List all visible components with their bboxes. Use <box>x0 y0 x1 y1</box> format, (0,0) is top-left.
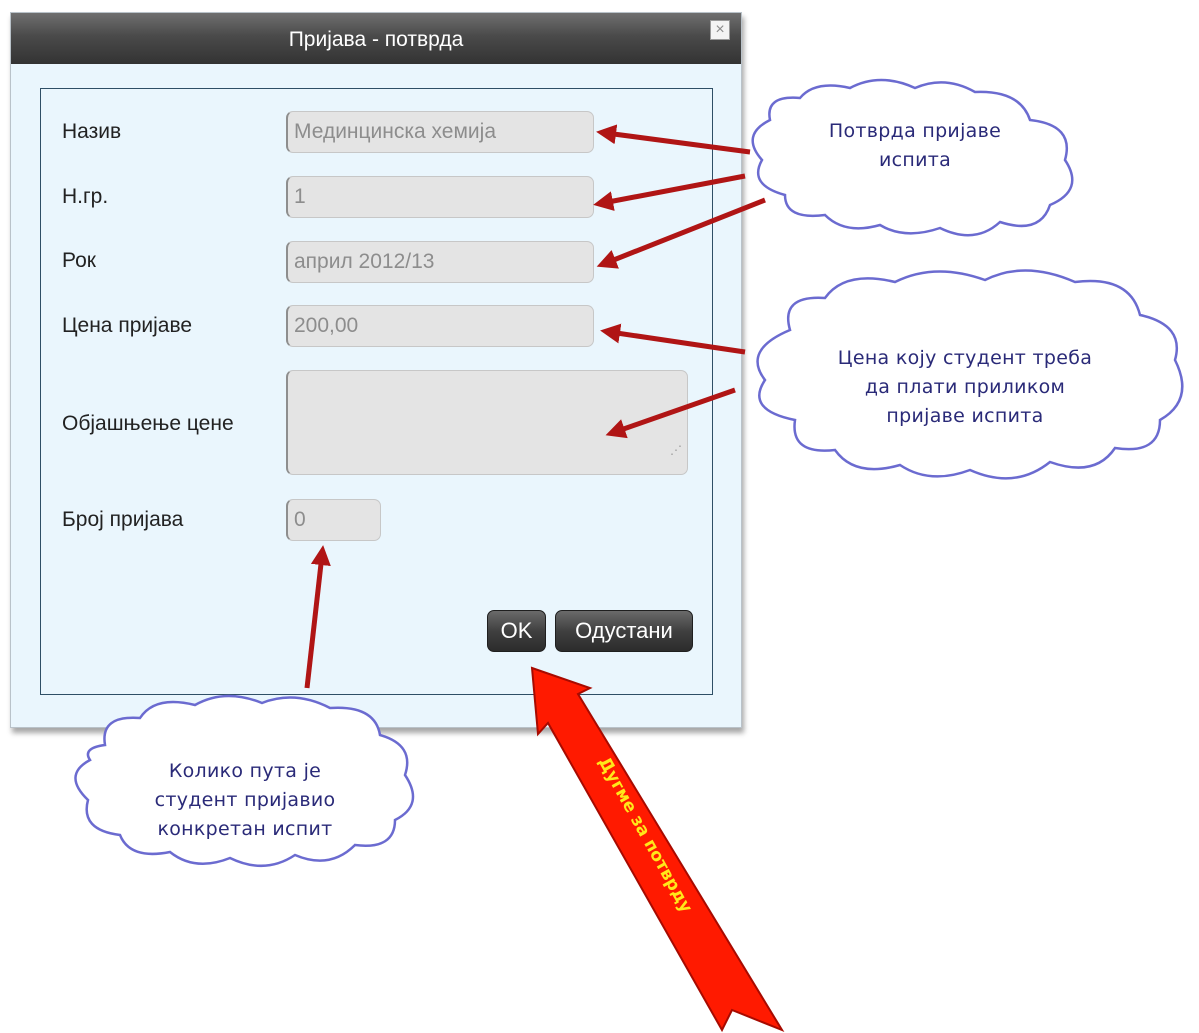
count-callout-text: Колико пута је студент пријавио конкрета… <box>110 757 380 844</box>
big-confirm-arrow: Дугме за потврду <box>530 666 785 1033</box>
arrow-to-group-field <box>593 173 746 211</box>
count-callout-line1: Колико пута је <box>168 760 322 782</box>
count-callout-line3: конкретан испит <box>157 818 333 840</box>
arrow-to-price-field <box>600 323 746 355</box>
arrow-to-count-field <box>304 545 331 689</box>
price-callout-line1: Цена коју студент треба <box>837 347 1093 369</box>
price-callout-line3: пријаве испита <box>886 405 1044 427</box>
arrow-to-name-field <box>596 124 751 155</box>
confirm-callout-line1: Потврда пријаве <box>828 120 1002 142</box>
price-callout-text: Цена коју студент треба да плати прилико… <box>800 344 1130 431</box>
confirm-callout-line2: испита <box>878 149 952 171</box>
screenshot-canvas: Пријава - потврда × Назив Мединцинска хе… <box>0 0 1199 1033</box>
confirm-callout-text: Потврда пријаве испита <box>790 117 1040 175</box>
arrow-to-explanation-field <box>605 387 736 439</box>
price-callout-line2: да плати приликом <box>864 376 1066 398</box>
arrow-to-term-field <box>596 197 766 269</box>
count-callout-line2: студент пријавио <box>154 789 336 811</box>
